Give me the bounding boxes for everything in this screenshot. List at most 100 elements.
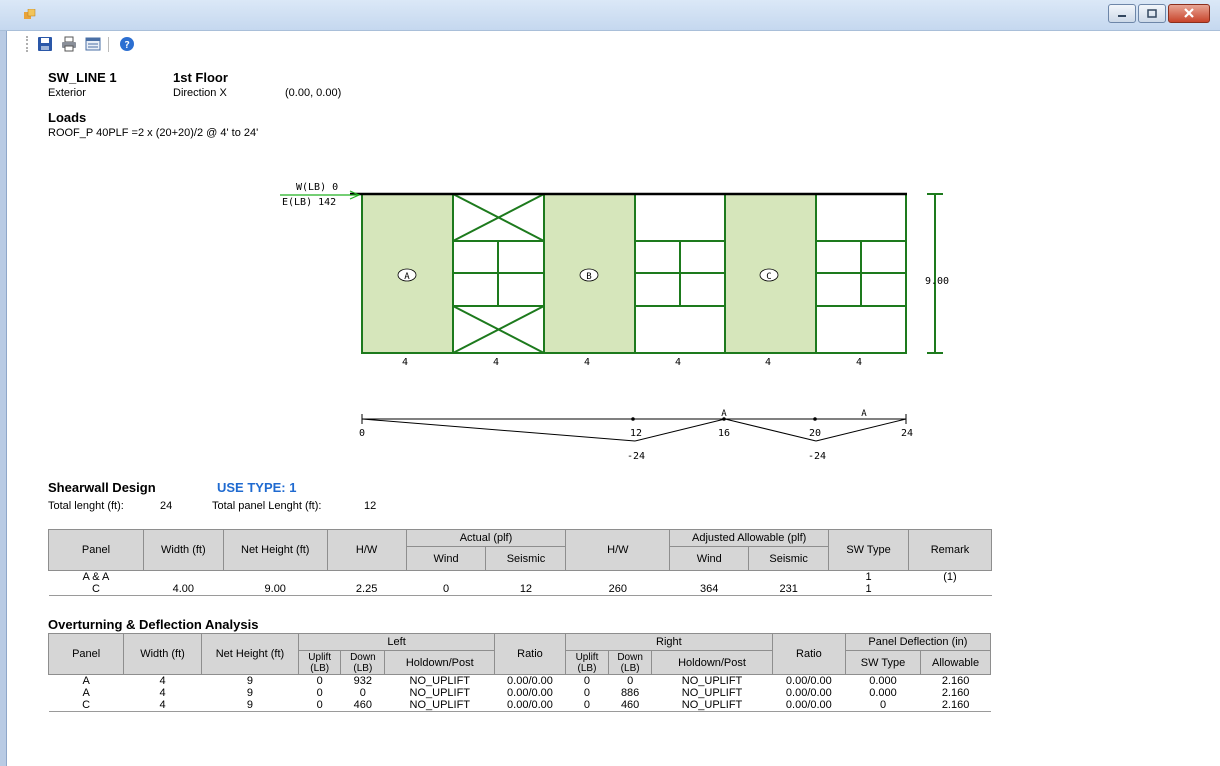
panel-length-label: Total panel Lenght (ft): <box>212 500 322 512</box>
table-cell: NO_UPLIFT <box>681 675 743 687</box>
panel-length-value: 12 <box>364 500 377 512</box>
table-cell: A <box>82 675 90 687</box>
table-cell: 0 <box>316 675 323 687</box>
table-cell: 9 <box>246 687 254 699</box>
total-length-label: Total lenght (ft): <box>48 500 124 512</box>
table-cell: 460 <box>608 699 652 712</box>
table-cell: 0 <box>583 687 591 699</box>
table-row[interactable]: C 4.00 9.00 2.25 0 12 260 364 231 1 <box>48 583 992 596</box>
table-cell: 0 <box>359 687 366 699</box>
col-hw2: H/W <box>565 529 671 571</box>
col-hw: H/W <box>326 529 407 571</box>
table-cell: 0 <box>627 675 634 687</box>
table-cell <box>223 571 327 584</box>
table-row[interactable]: A 4 9 0 0 NO_UPLIFT 0.00/0.00 0 886 NO_U… <box>49 687 991 699</box>
table-cell: A <box>82 687 90 699</box>
table-cell: 0 <box>298 699 341 712</box>
table-cell: 0 <box>583 675 591 687</box>
col-panel: Panel <box>47 633 125 675</box>
col-adjusted: Adjusted Allowable (plf) <box>669 529 830 547</box>
table-cell <box>749 571 829 584</box>
table-cell: NO_UPLIFT <box>681 687 743 699</box>
table-cell: 0.00/0.00 <box>785 687 832 699</box>
table-cell: 364 <box>669 583 749 596</box>
x-tick-label: 24 <box>901 428 913 439</box>
table-cell <box>327 571 406 584</box>
table-cell <box>406 571 486 584</box>
table-cell: C <box>48 583 144 596</box>
x-tick-label: 20 <box>809 428 821 439</box>
panel-marker-label: A <box>404 272 410 282</box>
col-panel: Panel <box>48 529 144 571</box>
col-wind2: Wind <box>669 546 750 571</box>
total-length-value: 24 <box>160 500 173 512</box>
col-remark: Remark <box>908 529 992 571</box>
table-cell: (1) <box>943 571 957 583</box>
col-deflection: Panel Deflection (in) <box>844 633 992 651</box>
table-cell: 4 <box>123 699 202 712</box>
overturning-title: Overturning & Deflection Analysis <box>48 617 259 632</box>
x-tick-label: 16 <box>718 428 730 439</box>
neg-value-label: -24 <box>627 451 645 462</box>
table-row[interactable]: C 4 9 0 460 NO_UPLIFT 0.00/0.00 0 460 NO… <box>48 699 991 712</box>
table-cell: 932 <box>353 675 373 687</box>
table-cell: 0.00/0.00 <box>772 699 846 712</box>
col-actual: Actual (plf) <box>405 529 567 547</box>
panel-marker-label: C <box>766 272 771 282</box>
shearwall-table: Panel Width (ft) Net Height (ft) H/W Act… <box>48 529 992 596</box>
table-cell: 0.000 <box>869 687 897 699</box>
table-cell: 0.000 <box>869 675 897 687</box>
x-tick-label: 12 <box>630 428 642 439</box>
table-cell <box>908 583 992 596</box>
table-row[interactable]: A & A 1 (1) <box>49 571 992 584</box>
table-cell: 9.00 <box>223 583 328 596</box>
table-row[interactable]: A 4 9 0 932 NO_UPLIFT 0.00/0.00 0 0 NO_U… <box>49 675 991 688</box>
col-width: Width (ft) <box>123 633 202 675</box>
x-tick-label: 0 <box>359 428 365 439</box>
table-cell: 231 <box>748 583 829 596</box>
height-dimension <box>927 193 943 354</box>
col-seismic2: Seismic <box>748 546 830 571</box>
col-sw-type: SW Type <box>828 529 909 571</box>
col-holdown2: Holdown/Post <box>651 650 773 675</box>
wall-height-label: 9.00 <box>925 276 949 287</box>
col-allowable: Allowable <box>920 650 991 675</box>
table-cell: 1 <box>828 583 909 596</box>
col-sw-type: SW Type <box>844 650 922 675</box>
tick-dot <box>631 417 635 421</box>
table-cell: 0 <box>845 699 921 712</box>
col-width: Width (ft) <box>142 529 224 571</box>
table-cell: 0 <box>316 687 323 699</box>
col-holdown: Holdown/Post <box>384 650 496 675</box>
col-wind: Wind <box>405 546 487 571</box>
col-left: Left <box>298 633 496 651</box>
table-cell: NO_UPLIFT <box>651 699 773 712</box>
table-cell: 0 <box>565 699 609 712</box>
col-seismic: Seismic <box>485 546 567 571</box>
table-cell: 2.160 <box>941 687 970 699</box>
table-cell: 0 <box>406 583 486 596</box>
table-cell: 0.00/0.00 <box>507 687 553 699</box>
segment-width-label: 4 <box>493 357 499 368</box>
a-marker-label: A <box>721 409 727 419</box>
table-cell: 460 <box>340 699 385 712</box>
table-cell: 4.00 <box>143 583 224 596</box>
overturning-table: Panel Width (ft) Net Height (ft) Left Ra… <box>47 633 992 712</box>
segment-width-label: 4 <box>765 357 771 368</box>
table-cell: 260 <box>565 583 670 596</box>
table-cell: 0.00/0.00 <box>494 699 566 712</box>
a-marker-label: A <box>861 409 867 419</box>
table-cell <box>566 571 670 584</box>
table-cell: 12 <box>485 583 566 596</box>
table-cell: 9 <box>246 675 254 687</box>
table-cell: 4 <box>159 675 166 687</box>
segment-width-label: 4 <box>584 357 590 368</box>
table-cell: 0.00/0.00 <box>785 675 832 687</box>
seismic-load-label: E(LB) 142 <box>282 197 336 208</box>
design-title: Shearwall Design <box>48 480 156 495</box>
tick-dot <box>813 417 817 421</box>
table-cell: A & A <box>82 571 110 583</box>
table-cell: 1 <box>865 571 872 583</box>
table-cell: 2.160 <box>920 699 991 712</box>
table-cell: NO_UPLIFT <box>409 687 471 699</box>
